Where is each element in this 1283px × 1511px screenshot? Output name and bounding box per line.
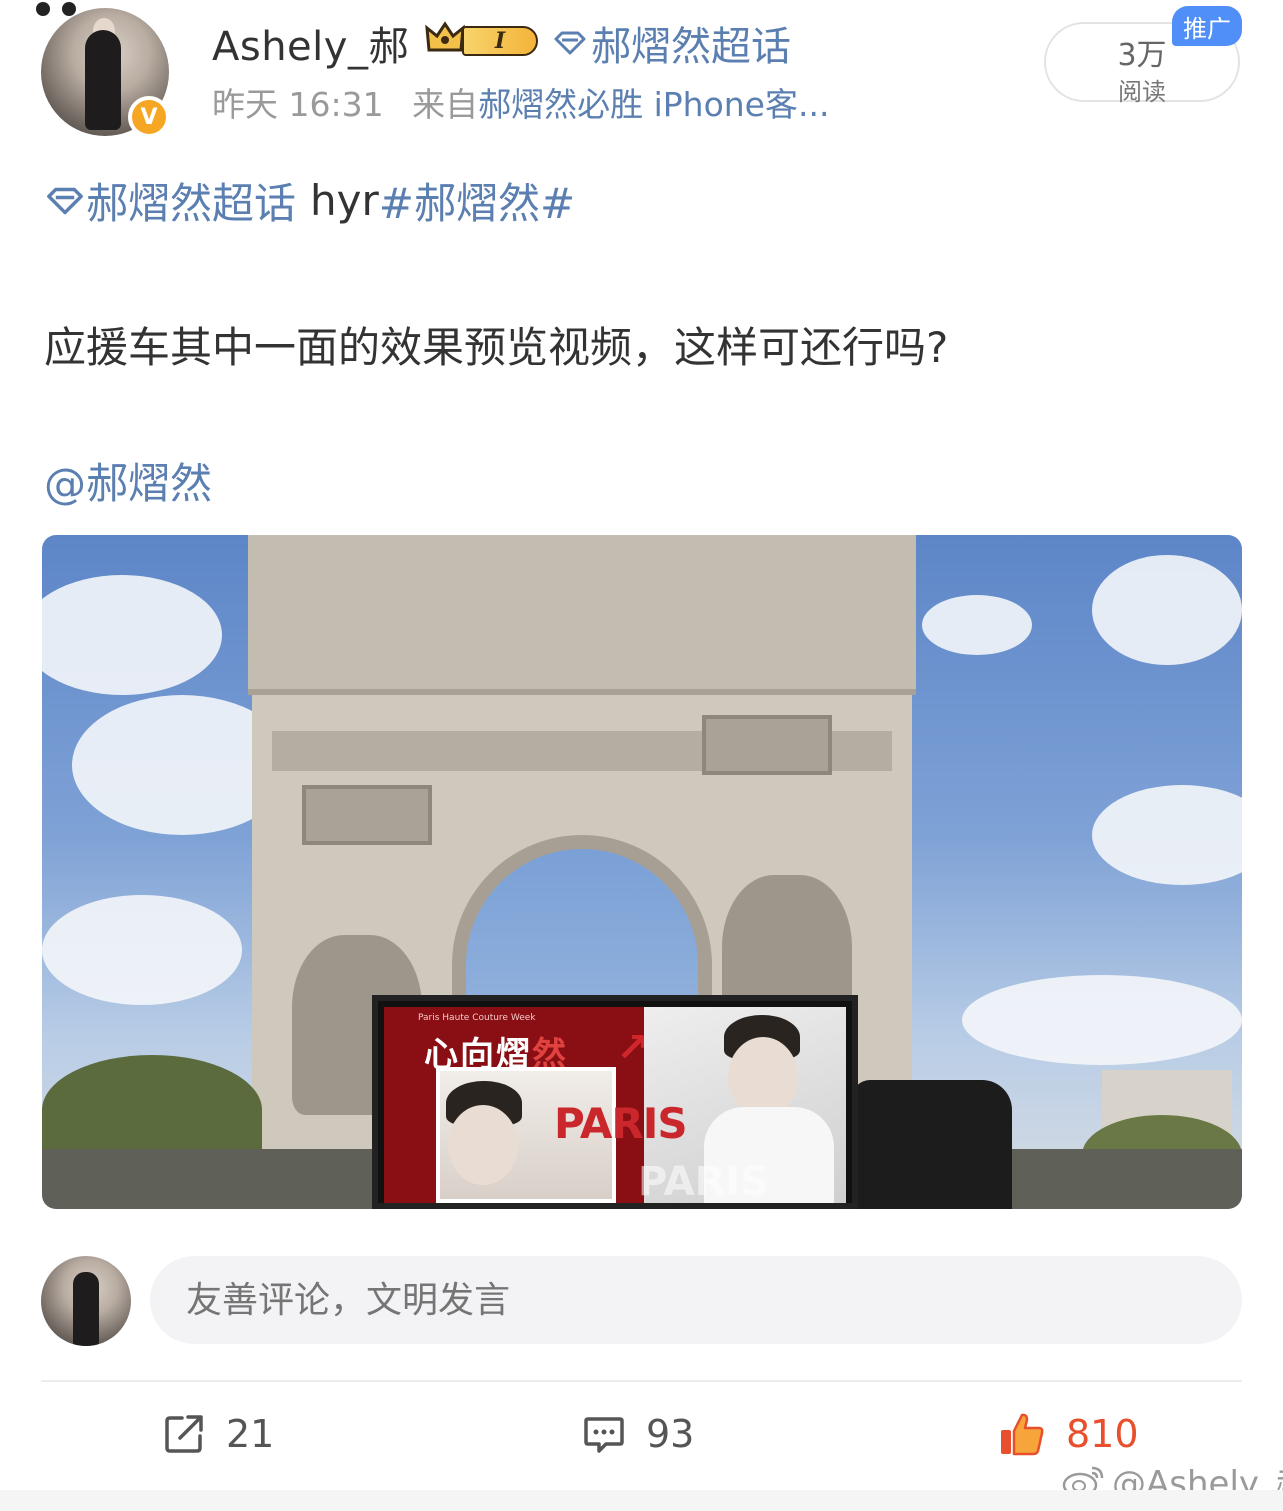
thumbs-up-icon [1001, 1413, 1044, 1456]
member-level-text: I [494, 28, 506, 54]
truck-cab [852, 1080, 1012, 1209]
read-count-label: 阅读 [1118, 78, 1166, 106]
promoted-badge: 推广 [1172, 6, 1242, 46]
screen-paris-ghost-text: PARIS [638, 1159, 770, 1205]
comment-button[interactable]: 93 [582, 1406, 694, 1462]
panda-icon [36, 2, 76, 28]
comment-icon [584, 1417, 624, 1453]
diamond-icon [554, 31, 586, 55]
post-meta: 昨天 16:31 来自郝熠然必胜 iPhone客... [212, 78, 829, 126]
avatar-figure-body [85, 30, 121, 130]
cloud [922, 595, 1032, 655]
cloud [1092, 785, 1242, 885]
avatar-figure-body [73, 1272, 99, 1346]
cloud [42, 575, 222, 695]
post-text: 应援车其中一面的效果预览视频，这样可还行吗? [44, 323, 949, 372]
divider [41, 1380, 1242, 1382]
hashtag-link[interactable]: #郝熠然# [379, 170, 575, 231]
comment-input[interactable] [150, 1256, 1242, 1344]
topic-link[interactable]: 郝熠然超话 [86, 170, 296, 231]
led-truck: Paris Haute Couture Week 心向熠然 ↗ PARIS PA… [372, 995, 858, 1209]
mention-link[interactable]: @郝熠然 [44, 450, 212, 511]
topic-suffix-text: hyr [310, 176, 379, 225]
crown-icon [425, 21, 465, 52]
supertopic-link[interactable]: 郝熠然超话 [553, 14, 791, 72]
arch-relief-panel [302, 785, 432, 845]
diamond-icon [47, 187, 83, 214]
supertopic-label: 郝熠然超话 [591, 24, 791, 70]
post-time: 昨天 16:31 [212, 85, 384, 124]
portrait-face [448, 1105, 518, 1185]
source-prefix: 来自 [412, 85, 479, 124]
cloud [1092, 555, 1242, 665]
verified-badge-icon: V [128, 96, 170, 138]
cloud [42, 895, 242, 1005]
arch-attic [248, 535, 916, 695]
screen-small-text: Paris Haute Couture Week [418, 1013, 536, 1023]
member-level-badge[interactable]: I [462, 26, 538, 56]
post-source-link[interactable]: 郝熠然必胜 iPhone客... [478, 85, 829, 124]
bottom-strip [0, 1490, 1283, 1511]
screen-paris-text: PARIS [554, 1099, 688, 1148]
repost-icon [165, 1415, 203, 1453]
like-count: 810 [1066, 1412, 1139, 1456]
post-topic-line: 郝熠然超话 hyr #郝熠然# [44, 170, 575, 231]
like-button[interactable]: 810 [998, 1406, 1139, 1462]
portrait-face [728, 1037, 798, 1117]
author-username[interactable]: Ashely_郝 [212, 14, 409, 72]
repost-button[interactable]: 21 [162, 1406, 274, 1462]
repost-count: 21 [226, 1412, 275, 1456]
comment-count: 93 [646, 1412, 695, 1456]
my-avatar[interactable] [41, 1256, 131, 1346]
post-media-video[interactable]: Paris Haute Couture Week 心向熠然 ↗ PARIS PA… [42, 535, 1242, 1209]
cloud [962, 975, 1242, 1065]
arch-relief-panel [702, 715, 832, 775]
